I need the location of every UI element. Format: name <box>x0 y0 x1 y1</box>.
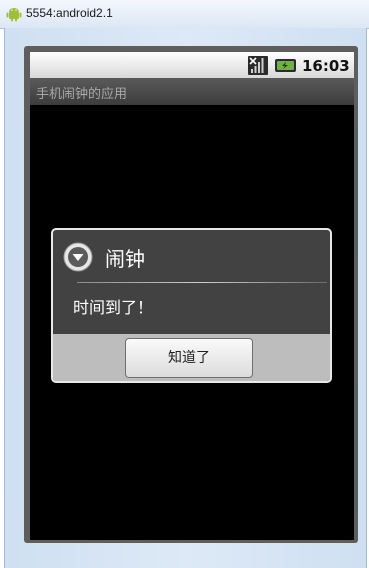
status-bar[interactable]: 16:03 <box>30 52 354 78</box>
android-logo-icon <box>6 8 22 22</box>
emulator-window-titlebar[interactable]: 5554:android2.1 <box>0 0 369 29</box>
battery-charging-icon <box>275 59 296 72</box>
dialog-title: 闹钟 <box>105 247 145 271</box>
acknowledge-button[interactable]: 知道了 <box>125 338 253 378</box>
window-title: 5554:android2.1 <box>26 6 113 20</box>
app-title: 手机闹钟的应用 <box>36 87 128 102</box>
dialog-header: 闹钟 <box>53 230 330 284</box>
app-titlebar: 手机闹钟的应用 <box>30 78 354 105</box>
signal-strength-icon <box>248 56 268 75</box>
alarm-dialog: 闹钟 时间到了！ 知道了 <box>51 228 332 383</box>
device-screen: 16:03 手机闹钟的应用 闹钟 时间到了！ 知道了 <box>30 52 354 540</box>
dialog-button-bar: 知道了 <box>53 334 330 381</box>
status-clock: 16:03 <box>302 57 350 75</box>
dialog-divider <box>77 282 327 283</box>
dialog-message: 时间到了！ <box>73 298 154 317</box>
alert-dialog-icon <box>63 242 93 272</box>
